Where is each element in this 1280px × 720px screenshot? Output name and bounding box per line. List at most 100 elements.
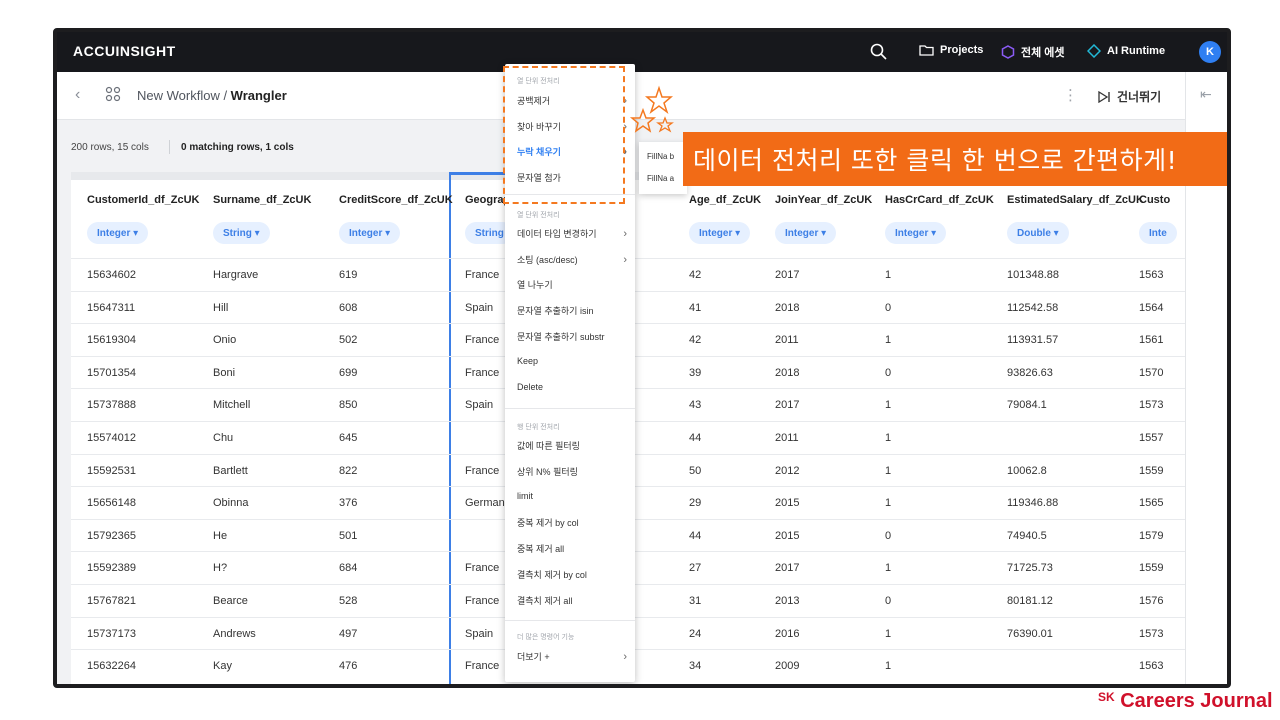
table-cell[interactable]: 119346.88 bbox=[1007, 497, 1058, 509]
table-cell[interactable]: 2015 bbox=[775, 497, 799, 509]
table-cell[interactable]: 76390.01 bbox=[1007, 628, 1053, 640]
table-cell[interactable]: 24 bbox=[689, 628, 701, 640]
table-cell[interactable]: 15592531 bbox=[87, 465, 136, 477]
table-cell[interactable]: 2017 bbox=[775, 562, 799, 574]
table-cell[interactable]: 41 bbox=[689, 302, 701, 314]
table-cell[interactable]: France bbox=[465, 334, 499, 346]
column-type-dropdown[interactable]: Inte bbox=[1139, 222, 1177, 244]
menu-item[interactable]: 중복 제거 all bbox=[517, 542, 627, 555]
table-cell[interactable]: 2018 bbox=[775, 302, 799, 314]
column-header[interactable]: HasCrCard_df_ZcUK bbox=[885, 194, 994, 206]
table-cell[interactable]: 2011 bbox=[775, 334, 799, 346]
submenu-item-fillna-a[interactable]: FillNa a bbox=[647, 174, 674, 183]
table-cell[interactable]: France bbox=[465, 367, 499, 379]
menu-item[interactable]: 문자열 추출하기 isin bbox=[517, 304, 627, 317]
column-type-dropdown[interactable]: Integer ▾ bbox=[689, 222, 751, 244]
menu-item[interactable]: 결측치 제거 all bbox=[517, 594, 627, 607]
collapse-panel-icon[interactable]: ⇤ bbox=[1200, 86, 1212, 103]
table-cell[interactable]: 1 bbox=[885, 465, 891, 477]
table-cell[interactable]: 29 bbox=[689, 497, 701, 509]
table-cell[interactable]: 15737173 bbox=[87, 628, 136, 640]
table-cell[interactable]: 15792365 bbox=[87, 530, 136, 542]
column-header[interactable]: Custo bbox=[1139, 194, 1170, 206]
table-cell[interactable]: 42 bbox=[689, 334, 701, 346]
table-cell[interactable]: 1565 bbox=[1139, 497, 1163, 509]
table-cell[interactable]: 699 bbox=[339, 367, 357, 379]
table-cell[interactable]: 44 bbox=[689, 432, 701, 444]
table-cell[interactable]: Bartlett bbox=[213, 465, 248, 477]
table-cell[interactable]: 44 bbox=[689, 530, 701, 542]
table-cell[interactable]: 43 bbox=[689, 399, 701, 411]
table-cell[interactable]: 1573 bbox=[1139, 628, 1163, 640]
menu-item[interactable]: limit bbox=[517, 491, 627, 501]
table-cell[interactable]: German bbox=[465, 497, 505, 509]
table-cell[interactable]: Spain bbox=[465, 399, 493, 411]
table-cell[interactable]: 1559 bbox=[1139, 562, 1163, 574]
table-cell[interactable]: 15737888 bbox=[87, 399, 136, 411]
table-cell[interactable]: 15656148 bbox=[87, 497, 136, 509]
table-cell[interactable]: 608 bbox=[339, 302, 357, 314]
table-cell[interactable]: 50 bbox=[689, 465, 701, 477]
table-cell[interactable]: 10062.8 bbox=[1007, 465, 1047, 477]
table-cell[interactable]: 79084.1 bbox=[1007, 399, 1047, 411]
menu-item[interactable]: 값에 따른 필터링 bbox=[517, 439, 627, 452]
menu-item[interactable]: Delete bbox=[517, 382, 627, 392]
more-button[interactable]: 더보기 + › bbox=[517, 650, 627, 663]
table-cell[interactable]: 1 bbox=[885, 660, 891, 672]
table-cell[interactable]: 39 bbox=[689, 367, 701, 379]
table-cell[interactable]: 2015 bbox=[775, 530, 799, 542]
table-cell[interactable]: 1563 bbox=[1139, 660, 1163, 672]
table-cell[interactable]: 1570 bbox=[1139, 367, 1163, 379]
table-cell[interactable]: 112542.58 bbox=[1007, 302, 1058, 314]
table-cell[interactable]: 850 bbox=[339, 399, 357, 411]
table-cell[interactable]: 15619304 bbox=[87, 334, 136, 346]
more-options-icon[interactable]: ⋮ bbox=[1063, 86, 1078, 104]
table-cell[interactable]: 15632264 bbox=[87, 660, 136, 672]
table-cell[interactable]: 0 bbox=[885, 302, 891, 314]
table-cell[interactable]: 1 bbox=[885, 399, 891, 411]
table-cell[interactable]: 1559 bbox=[1139, 465, 1163, 477]
table-cell[interactable]: 497 bbox=[339, 628, 357, 640]
menu-item[interactable]: 상위 N% 필터링 bbox=[517, 465, 627, 478]
table-cell[interactable]: 27 bbox=[689, 562, 701, 574]
table-cell[interactable]: 93826.63 bbox=[1007, 367, 1053, 379]
column-type-dropdown[interactable]: Double ▾ bbox=[1007, 222, 1069, 244]
table-cell[interactable]: 645 bbox=[339, 432, 357, 444]
table-cell[interactable]: 1573 bbox=[1139, 399, 1163, 411]
table-cell[interactable]: 1 bbox=[885, 497, 891, 509]
submenu-item-fillna-b[interactable]: FillNa b bbox=[647, 152, 674, 161]
table-cell[interactable]: 71725.73 bbox=[1007, 562, 1053, 574]
table-cell[interactable]: 2012 bbox=[775, 465, 799, 477]
table-cell[interactable]: 501 bbox=[339, 530, 357, 542]
back-arrow-icon[interactable]: ‹ bbox=[75, 86, 80, 104]
table-cell[interactable]: 376 bbox=[339, 497, 357, 509]
assets-link[interactable]: 전체 에셋 bbox=[1001, 44, 1065, 60]
column-header[interactable]: Age_df_ZcUK bbox=[689, 194, 761, 206]
column-type-dropdown[interactable]: Integer ▾ bbox=[87, 222, 149, 244]
projects-link[interactable]: Projects bbox=[919, 44, 983, 56]
table-cell[interactable]: 15634602 bbox=[87, 269, 136, 281]
column-type-dropdown[interactable]: Integer ▾ bbox=[339, 222, 401, 244]
avatar[interactable]: K bbox=[1199, 41, 1221, 63]
table-cell[interactable]: 2016 bbox=[775, 628, 799, 640]
table-cell[interactable]: 15767821 bbox=[87, 595, 136, 607]
table-cell[interactable]: 1561 bbox=[1139, 334, 1163, 346]
table-cell[interactable]: 1 bbox=[885, 562, 891, 574]
table-cell[interactable]: 101348.88 bbox=[1007, 269, 1059, 281]
table-cell[interactable]: Onio bbox=[213, 334, 236, 346]
table-cell[interactable]: 1 bbox=[885, 334, 891, 346]
table-cell[interactable]: 42 bbox=[689, 269, 701, 281]
table-cell[interactable]: 2013 bbox=[775, 595, 799, 607]
table-cell[interactable]: Andrews bbox=[213, 628, 256, 640]
table-cell[interactable]: Bearce bbox=[213, 595, 248, 607]
table-cell[interactable]: France bbox=[465, 660, 499, 672]
table-cell[interactable]: 1557 bbox=[1139, 432, 1163, 444]
table-cell[interactable]: 15574012 bbox=[87, 432, 136, 444]
column-type-dropdown[interactable]: Integer ▾ bbox=[885, 222, 947, 244]
table-cell[interactable]: 502 bbox=[339, 334, 357, 346]
table-cell[interactable]: 2011 bbox=[775, 432, 799, 444]
table-cell[interactable]: 822 bbox=[339, 465, 357, 477]
table-cell[interactable]: 74940.5 bbox=[1007, 530, 1047, 542]
table-cell[interactable]: France bbox=[465, 562, 499, 574]
column-header[interactable]: Surname_df_ZcUK bbox=[213, 194, 311, 206]
